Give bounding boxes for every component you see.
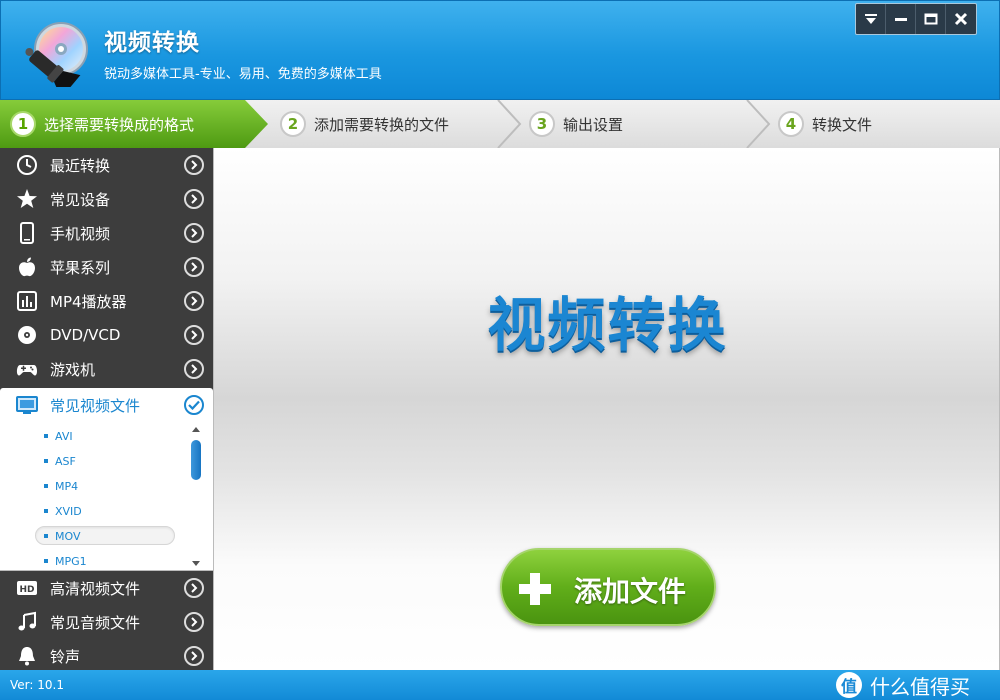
list-item[interactable]: MP4: [0, 474, 185, 499]
sidebar-item-apple[interactable]: 苹果系列: [0, 250, 213, 284]
sidebar-item-dvd-vcd[interactable]: DVD/VCD: [0, 318, 213, 352]
sidebar-item-label: DVD/VCD: [50, 326, 121, 344]
format-label: ASF: [55, 455, 76, 468]
hd-icon: HD: [15, 577, 39, 599]
chevron-right-icon: [184, 155, 204, 175]
sidebar-item-recent[interactable]: 最近转换: [0, 148, 213, 182]
sidebar-item-label: 苹果系列: [50, 258, 111, 277]
bell-icon: [15, 645, 39, 667]
chevron-right-icon: [184, 646, 204, 666]
app-subtitle: 锐动多媒体工具-专业、易用、免费的多媒体工具: [104, 67, 382, 82]
sidebar-item-phone-video[interactable]: 手机视频: [0, 216, 213, 250]
add-file-label: 添加文件: [574, 575, 687, 608]
sidebar-item-mp4-player[interactable]: MP4播放器: [0, 284, 213, 318]
disc-icon: [15, 324, 39, 346]
watermark-text: 什么值得买: [870, 674, 970, 699]
sidebar-item-label: 铃声: [50, 647, 81, 666]
step-wizard: 1 选择需要转换成的格式 2 添加需要转换的文件 3 输出设置 4 转换文件: [0, 100, 1000, 148]
apple-icon: [15, 256, 39, 278]
star-icon: [15, 188, 39, 210]
sidebar-item-ringtone[interactable]: 铃声: [0, 639, 213, 673]
window-controls: [855, 3, 977, 35]
main-title: 视频转换: [487, 291, 728, 359]
step-2-number: 2: [280, 111, 306, 137]
sidebar-item-label: 游戏机: [50, 360, 96, 379]
chevron-right-icon: [184, 612, 204, 632]
sidebar-item-label: 常见视频文件: [50, 396, 141, 415]
version-text: Ver: 10.1: [10, 678, 64, 692]
scroll-thumb[interactable]: [191, 440, 201, 480]
close-icon[interactable]: [946, 4, 976, 34]
music-icon: [15, 611, 39, 633]
gamepad-icon: [15, 358, 39, 380]
chevron-right-icon: [184, 359, 204, 379]
step-1-number: 1: [10, 111, 36, 137]
watermark: 值 什么值得买: [836, 672, 970, 699]
format-label: AVI: [55, 430, 73, 443]
phone-icon: [15, 222, 39, 244]
title-bar: 视频转换 锐动多媒体工具-专业、易用、免费的多媒体工具: [0, 0, 1000, 100]
list-item-selected[interactable]: MOV: [0, 524, 185, 549]
sidebar-item-common-video[interactable]: 常见视频文件: [0, 388, 213, 422]
monitor-icon: [15, 394, 39, 416]
chevron-right-icon: [184, 223, 204, 243]
add-file-button[interactable]: 添加文件: [500, 548, 716, 626]
format-label: MPG1: [55, 555, 87, 568]
list-item[interactable]: MPG1: [0, 549, 185, 570]
mp4-player-icon: [15, 290, 39, 312]
step-1-label: 选择需要转换成的格式: [44, 115, 195, 134]
main-panel: 视频转换 添加文件: [213, 148, 1000, 670]
sidebar-item-hd-video[interactable]: HD 高清视频文件: [0, 571, 213, 605]
status-bar: Ver: 10.1 值 什么值得买: [0, 670, 1000, 700]
sidebar-item-label: MP4播放器: [50, 292, 127, 311]
step-3-number: 3: [529, 111, 555, 137]
sidebar-item-label: 手机视频: [50, 224, 111, 243]
list-item[interactable]: XVID: [0, 499, 185, 524]
step-4-label: 转换文件: [812, 115, 873, 134]
sidebar-item-common-audio[interactable]: 常见音频文件: [0, 605, 213, 639]
format-sidebar: 最近转换 常见设备 手机视频 苹果系列 MP4播放器 DVD/VCD 游戏机 常…: [0, 148, 213, 670]
app-title: 视频转换: [104, 30, 200, 56]
svg-text:HD: HD: [19, 585, 34, 595]
minimize-icon[interactable]: [886, 4, 916, 34]
step-2-label: 添加需要转换的文件: [314, 115, 450, 134]
format-label: MP4: [55, 480, 79, 493]
sidebar-item-label: 常见音频文件: [50, 613, 141, 632]
format-list-scrollbar[interactable]: [188, 422, 204, 570]
step-4[interactable]: 4 转换文件: [778, 100, 872, 148]
format-list: AVI ASF MP4 XVID MOV MPG1: [0, 422, 213, 571]
sidebar-item-label: 常见设备: [50, 190, 111, 209]
step-3-label: 输出设置: [563, 115, 624, 134]
chevron-right-icon: [184, 578, 204, 598]
list-item[interactable]: ASF: [0, 449, 185, 474]
dropdown-icon[interactable]: [856, 4, 886, 34]
format-label: MOV: [55, 530, 81, 543]
sidebar-item-label: 最近转换: [50, 156, 111, 175]
checkmark-icon: [184, 395, 204, 415]
clock-icon: [15, 154, 39, 176]
chevron-right-icon: [184, 325, 204, 345]
format-label: XVID: [55, 505, 82, 518]
step-4-number: 4: [778, 111, 804, 137]
app-logo-icon: [19, 15, 91, 99]
scroll-up-icon: [192, 427, 200, 432]
step-1[interactable]: 1 选择需要转换成的格式: [10, 100, 194, 148]
chevron-right-icon: [184, 291, 204, 311]
sidebar-item-common-devices[interactable]: 常见设备: [0, 182, 213, 216]
chevron-right-icon: [184, 189, 204, 209]
step-3[interactable]: 3 输出设置: [529, 100, 623, 148]
scroll-down-icon: [192, 561, 200, 566]
chevron-right-icon: [184, 257, 204, 277]
sidebar-item-label: 高清视频文件: [50, 579, 141, 598]
sidebar-item-game-console[interactable]: 游戏机: [0, 352, 213, 386]
watermark-logo-icon: 值: [836, 672, 862, 698]
list-item[interactable]: AVI: [0, 424, 185, 449]
maximize-icon[interactable]: [916, 4, 946, 34]
plus-icon: [518, 572, 552, 606]
step-2[interactable]: 2 添加需要转换的文件: [280, 100, 449, 148]
